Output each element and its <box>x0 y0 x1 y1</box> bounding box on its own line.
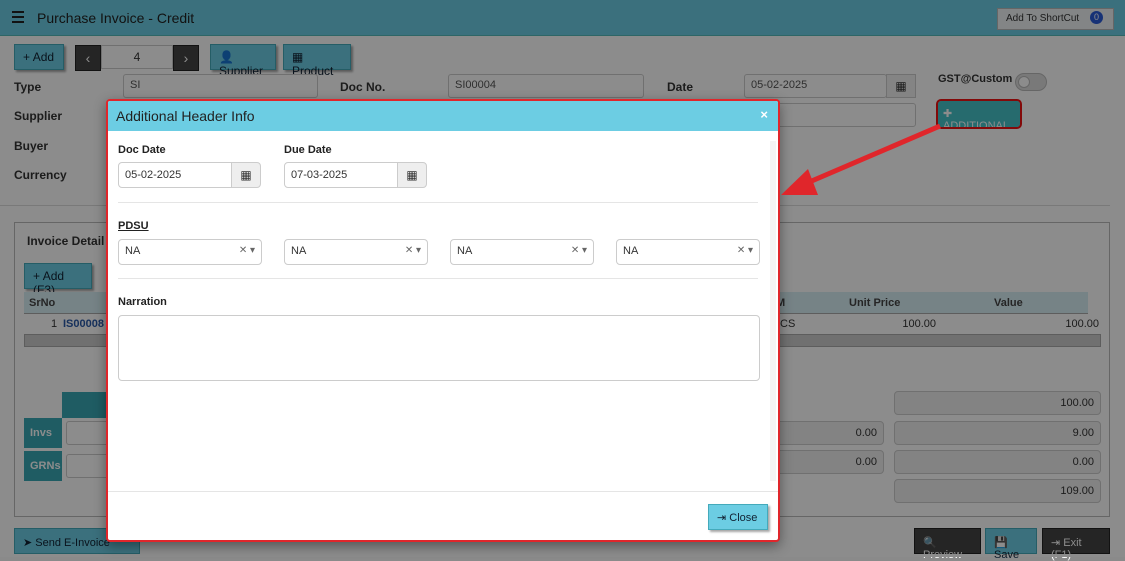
arrow-head <box>781 169 818 195</box>
annotation-arrow <box>781 123 941 195</box>
arrow-shaft <box>799 123 941 189</box>
